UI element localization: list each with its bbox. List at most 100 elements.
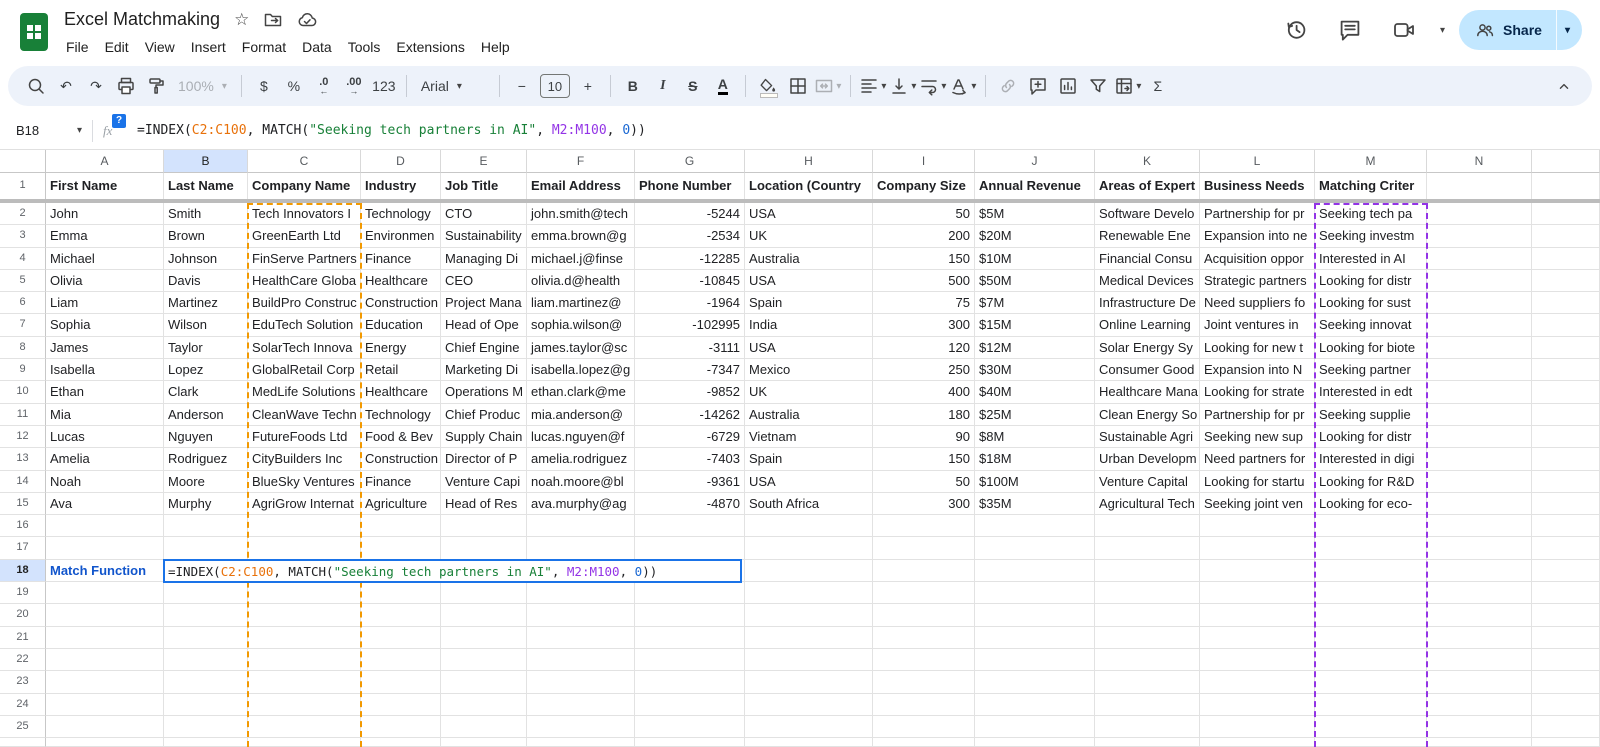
cell[interactable] xyxy=(1427,292,1532,315)
cell[interactable]: Vietnam xyxy=(745,425,873,449)
cell[interactable] xyxy=(1532,292,1600,315)
cell[interactable]: -3111 xyxy=(635,336,745,360)
cell[interactable]: 75 xyxy=(873,292,975,315)
cell[interactable] xyxy=(1532,448,1600,471)
cell[interactable]: Solar Energy Sy xyxy=(1095,336,1200,360)
paint-format-icon[interactable] xyxy=(142,72,170,100)
cell[interactable]: GlobalRetail Corp xyxy=(248,359,361,382)
cell[interactable]: lucas.nguyen@f xyxy=(527,425,635,449)
cell[interactable] xyxy=(1095,715,1200,739)
cell[interactable] xyxy=(1200,537,1315,560)
cell[interactable] xyxy=(248,515,361,538)
cell[interactable]: Matching Criter xyxy=(1315,173,1427,199)
cell[interactable] xyxy=(1200,559,1315,583)
row-header-24[interactable]: 24 xyxy=(0,693,46,716)
cell[interactable]: -9852 xyxy=(635,381,745,404)
cell[interactable] xyxy=(975,537,1095,560)
cell[interactable] xyxy=(1427,693,1532,716)
cell[interactable]: Rodriguez xyxy=(164,448,248,471)
cell[interactable]: -7347 xyxy=(635,359,745,382)
cell[interactable] xyxy=(1427,425,1532,449)
cell[interactable] xyxy=(527,626,635,649)
cell[interactable]: 250 xyxy=(873,359,975,382)
column-header-n[interactable]: N xyxy=(1427,150,1532,173)
cell[interactable] xyxy=(1095,693,1200,716)
row-header-15[interactable]: 15 xyxy=(0,492,46,516)
cell[interactable]: CityBuilders Inc xyxy=(248,448,361,471)
name-box[interactable]: B18 ▾ xyxy=(0,123,92,138)
cell[interactable]: 50 xyxy=(873,470,975,493)
row-header-2[interactable]: 2 xyxy=(0,203,46,226)
formula-help-badge[interactable]: ? xyxy=(112,113,126,128)
increase-decimals-button[interactable]: .00 → xyxy=(340,72,368,100)
cell[interactable]: Construction xyxy=(361,292,441,315)
cell[interactable]: South Africa xyxy=(745,492,873,516)
cell[interactable] xyxy=(248,715,361,739)
cell[interactable] xyxy=(1532,269,1600,293)
cell[interactable] xyxy=(441,671,527,694)
cell[interactable] xyxy=(1427,738,1532,747)
cell[interactable] xyxy=(635,648,745,672)
row-header-12[interactable]: 12 xyxy=(0,425,46,449)
move-folder-icon[interactable] xyxy=(263,10,283,30)
cell[interactable]: Finance xyxy=(361,247,441,270)
cell[interactable]: Lucas xyxy=(46,425,164,449)
cell[interactable] xyxy=(1427,225,1532,248)
cell[interactable]: 300 xyxy=(873,314,975,337)
cell[interactable] xyxy=(1315,604,1427,627)
font-size-button[interactable]: 10 xyxy=(538,72,572,100)
row-header-22[interactable]: 22 xyxy=(0,648,46,672)
cell[interactable] xyxy=(975,671,1095,694)
cell[interactable]: john.smith@tech xyxy=(527,203,635,226)
cell[interactable]: -12285 xyxy=(635,247,745,270)
cell[interactable] xyxy=(164,626,248,649)
column-header-f[interactable]: F xyxy=(527,150,635,173)
cell[interactable] xyxy=(635,582,745,605)
cell[interactable] xyxy=(873,715,975,739)
cell[interactable]: Looking for R&D xyxy=(1315,470,1427,493)
cell[interactable] xyxy=(635,693,745,716)
cell[interactable]: $50M xyxy=(975,269,1095,293)
format-percent-button[interactable]: % xyxy=(280,72,308,100)
cell[interactable] xyxy=(46,738,164,747)
cell[interactable]: $7M xyxy=(975,292,1095,315)
column-header-k[interactable]: K xyxy=(1095,150,1200,173)
cell-editor-formula[interactable]: =INDEX(C2:C100, MATCH("Seeking tech part… xyxy=(168,564,657,579)
increase-font-size-button[interactable]: + xyxy=(574,72,602,100)
cell[interactable]: Looking for strate xyxy=(1200,381,1315,404)
cell[interactable] xyxy=(527,693,635,716)
cell[interactable]: Seeking joint ven xyxy=(1200,492,1315,516)
cell[interactable] xyxy=(1200,582,1315,605)
row-header-11[interactable]: 11 xyxy=(0,403,46,426)
row-header-23[interactable]: 23 xyxy=(0,671,46,694)
cell[interactable]: Lopez xyxy=(164,359,248,382)
cell[interactable] xyxy=(745,671,873,694)
cell[interactable]: Infrastructure De xyxy=(1095,292,1200,315)
cell[interactable] xyxy=(1532,173,1600,199)
cell[interactable]: India xyxy=(745,314,873,337)
cell[interactable] xyxy=(873,582,975,605)
version-history-icon[interactable] xyxy=(1276,10,1316,50)
row-header-9[interactable]: 9 xyxy=(0,359,46,382)
cell[interactable]: $100M xyxy=(975,470,1095,493)
text-rotation-icon[interactable]: ▾ xyxy=(949,72,977,100)
cell[interactable] xyxy=(975,604,1095,627)
cell[interactable]: Brown xyxy=(164,225,248,248)
cell[interactable]: Seeking investm xyxy=(1315,225,1427,248)
functions-button[interactable]: Σ xyxy=(1144,72,1172,100)
insert-comment-icon[interactable] xyxy=(1024,72,1052,100)
cell[interactable]: Expansion into ne xyxy=(1200,225,1315,248)
cell[interactable]: -6729 xyxy=(635,425,745,449)
share-button[interactable]: Share ▾ xyxy=(1459,10,1582,50)
cell[interactable]: Expansion into N xyxy=(1200,359,1315,382)
cell[interactable] xyxy=(873,626,975,649)
cell[interactable] xyxy=(441,715,527,739)
cell[interactable]: GreenEarth Ltd xyxy=(248,225,361,248)
sheets-logo-icon[interactable] xyxy=(20,13,48,51)
cell[interactable]: 500 xyxy=(873,269,975,293)
cell[interactable]: FutureFoods Ltd xyxy=(248,425,361,449)
cell[interactable]: $35M xyxy=(975,492,1095,516)
cell[interactable]: Interested in edt xyxy=(1315,381,1427,404)
cell[interactable]: Johnson xyxy=(164,247,248,270)
cell[interactable] xyxy=(164,537,248,560)
